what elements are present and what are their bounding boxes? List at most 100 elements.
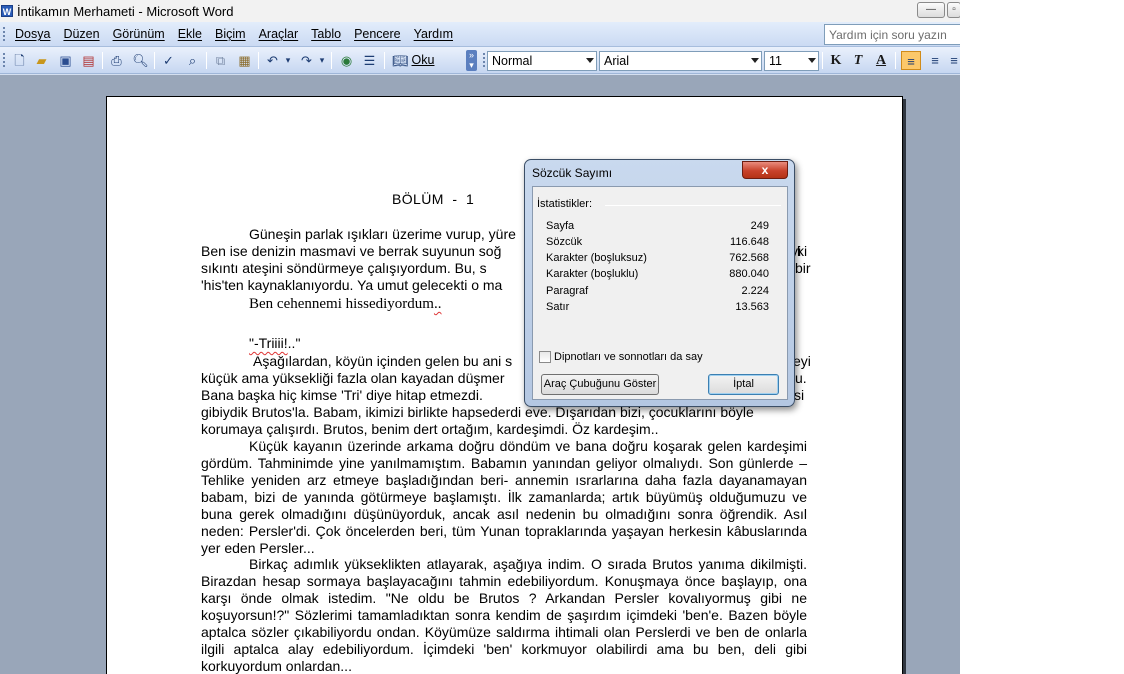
stat-row: Karakter (boşluksuz) 762.568 — [546, 250, 769, 266]
close-icon[interactable]: x — [742, 161, 788, 179]
copy-icon[interactable]: ⧉ — [212, 51, 229, 70]
align-left-icon[interactable]: ≡ — [901, 51, 921, 70]
toolbar-separator — [895, 52, 896, 69]
stat-value: 880.040 — [729, 268, 769, 280]
menu-duzen[interactable]: Düzen — [58, 27, 107, 41]
word-count-dialog: Sözcük Sayımı x İstatistikler: Sayfa 249… — [524, 159, 795, 407]
font-dropdown[interactable]: Arial — [599, 51, 762, 71]
minimize-button[interactable]: — — [917, 2, 945, 18]
menu-bicim[interactable]: Biçim — [210, 27, 254, 41]
standard-toolbar: 🗋 ▰ ▣ ▤ ⎙ 🔍︎ ✓ ⌕ ⧉ ▦ ↶ ▾ ↷ ▾ ◉ ☰ 📖︎ Oku … — [0, 47, 960, 74]
italic-button[interactable]: T — [849, 51, 867, 70]
redo-dropdown-icon[interactable]: ▾ — [317, 51, 327, 70]
menu-dosya[interactable]: Dosya — [10, 27, 58, 41]
menu-araclar[interactable]: Araçlar — [254, 27, 307, 41]
read-mode-button[interactable]: Oku — [411, 51, 435, 70]
footnotes-checkbox-label[interactable]: Dipnotları ve sonnotları da say — [554, 351, 703, 363]
doc-text: .. — [433, 296, 442, 312]
stat-row: Paragraf 2.224 — [546, 283, 769, 299]
print-preview-icon[interactable]: 🔍︎ — [132, 51, 149, 70]
stat-value: 249 — [750, 220, 769, 232]
word-window: W İntikamın Merhameti - Microsoft Word —… — [0, 0, 960, 674]
spelling-check-icon[interactable]: ✓ — [160, 51, 177, 70]
menu-grip-handle[interactable] — [3, 27, 6, 41]
doc-line: sıkıntı ateşini söndürmeye çalışıyordum.… — [201, 260, 487, 276]
stat-label: Paragraf — [546, 285, 589, 297]
undo-icon[interactable]: ↶ — [264, 51, 281, 70]
stat-label: Karakter (boşluklu) — [546, 268, 639, 280]
doc-line: küçük ama yüksekliği fazla olan kayadan … — [201, 370, 505, 386]
align-center-icon[interactable]: ≡ — [925, 51, 945, 70]
doc-line-end: bir — [795, 260, 811, 276]
style-value: Normal — [492, 54, 533, 68]
toolbar-separator — [102, 52, 103, 69]
toolbar-grip-handle[interactable] — [3, 53, 6, 67]
underline-button[interactable]: A — [872, 51, 890, 70]
bold-button[interactable]: K — [827, 51, 845, 70]
footnotes-checkbox[interactable] — [539, 351, 551, 363]
read-mode-icon[interactable]: 📖︎ — [392, 51, 409, 70]
toolbar-separator — [384, 52, 385, 69]
font-value: Arial — [604, 54, 630, 68]
align-right-icon[interactable]: ≡ — [948, 51, 960, 70]
menu-gorunum[interactable]: Görünüm — [108, 27, 173, 41]
cancel-button[interactable]: İptal — [708, 374, 779, 395]
stat-label: Karakter (boşluksuz) — [546, 252, 647, 264]
undo-dropdown-icon[interactable]: ▾ — [283, 51, 293, 70]
toolbar-options-chevron[interactable]: » ▾ — [466, 50, 477, 71]
print-icon[interactable]: ⎙ — [108, 51, 125, 70]
group-divider — [605, 205, 781, 206]
new-document-icon[interactable]: 🗋 — [11, 51, 28, 70]
menu-tablo[interactable]: Tablo — [306, 27, 349, 41]
paste-icon[interactable]: ▦ — [236, 51, 253, 70]
show-toolbar-button[interactable]: Araç Çubuğunu Göster — [541, 374, 659, 395]
statistics-label: İstatistikler: — [537, 198, 593, 210]
help-search-input[interactable]: Yardım için soru yazın — [824, 24, 960, 45]
doc-text: "-Triiii! — [249, 335, 288, 351]
toolbar-separator — [206, 52, 207, 69]
stat-label: Sayfa — [546, 220, 575, 232]
style-dropdown[interactable]: Normal — [487, 51, 597, 71]
doc-line: Aşağılardan, köyün içinden gelen bu ani … — [253, 353, 513, 369]
doc-line-end: eyi — [793, 353, 811, 369]
doc-line-end: si — [794, 387, 805, 403]
close-button-label: x — [761, 163, 769, 177]
chapter-heading: BÖLÜM - 1 — [392, 191, 475, 207]
stat-row: Karakter (boşluklu) 880.040 — [546, 266, 769, 282]
doc-text: Ben cehennemi hissediyordum — [249, 296, 434, 312]
stat-label: Satır — [546, 301, 570, 313]
save-icon[interactable]: ▣ — [57, 51, 74, 70]
footnotes-checkbox-row[interactable]: Dipnotları ve sonnotları da say — [539, 351, 703, 363]
table-icon[interactable]: ☰ — [361, 51, 378, 70]
research-icon[interactable]: ⌕ — [184, 51, 201, 70]
dialog-body: İstatistikler: Sayfa 249 Sözcük 116.648 … — [532, 186, 788, 400]
title-bar: W İntikamın Merhameti - Microsoft Word —… — [0, 0, 960, 22]
word-app-icon[interactable]: W — [1, 5, 13, 17]
doc-line: Güneşin parlak ışıkları üzerime vurup, y… — [249, 226, 516, 242]
menu-pencere[interactable]: Pencere — [349, 27, 409, 41]
stat-value: 13.563 — [735, 301, 769, 313]
open-folder-icon[interactable]: ▰ — [33, 51, 50, 70]
doc-text: 'his'ten kaynaklanıyordu — [201, 277, 350, 293]
doc-line-end: ki — [797, 243, 808, 259]
stat-value: 762.568 — [729, 252, 769, 264]
format-toolbar-grip[interactable] — [483, 53, 486, 67]
menu-yardim[interactable]: Yardım — [409, 27, 461, 41]
chevron-down-icon[interactable] — [586, 58, 594, 63]
redo-icon[interactable]: ↷ — [298, 51, 315, 70]
font-size-dropdown[interactable]: 11 — [764, 51, 819, 71]
chevron-down-icon[interactable] — [808, 58, 816, 63]
menu-ekle[interactable]: Ekle — [173, 27, 210, 41]
permission-icon[interactable]: ▤ — [80, 51, 97, 70]
doc-line: korumaya çalışırdı. Brutos, benim dert o… — [201, 421, 659, 437]
chevron-down-icon[interactable] — [751, 58, 759, 63]
maximize-button[interactable]: ▫ — [947, 2, 960, 18]
toolbar-separator — [331, 52, 332, 69]
hyperlink-icon[interactable]: ◉ — [338, 51, 355, 70]
dialog-title: Sözcük Sayımı — [532, 166, 613, 180]
doc-line: Bana başka hiç kimse 'Tri' diye hitap et… — [201, 387, 483, 403]
toolbar-separator — [154, 52, 155, 69]
doc-serif-line: Ben cehennemi hissediyordum.. — [249, 296, 441, 313]
stat-row: Sayfa 249 — [546, 218, 769, 234]
toolbar-separator — [258, 52, 259, 69]
